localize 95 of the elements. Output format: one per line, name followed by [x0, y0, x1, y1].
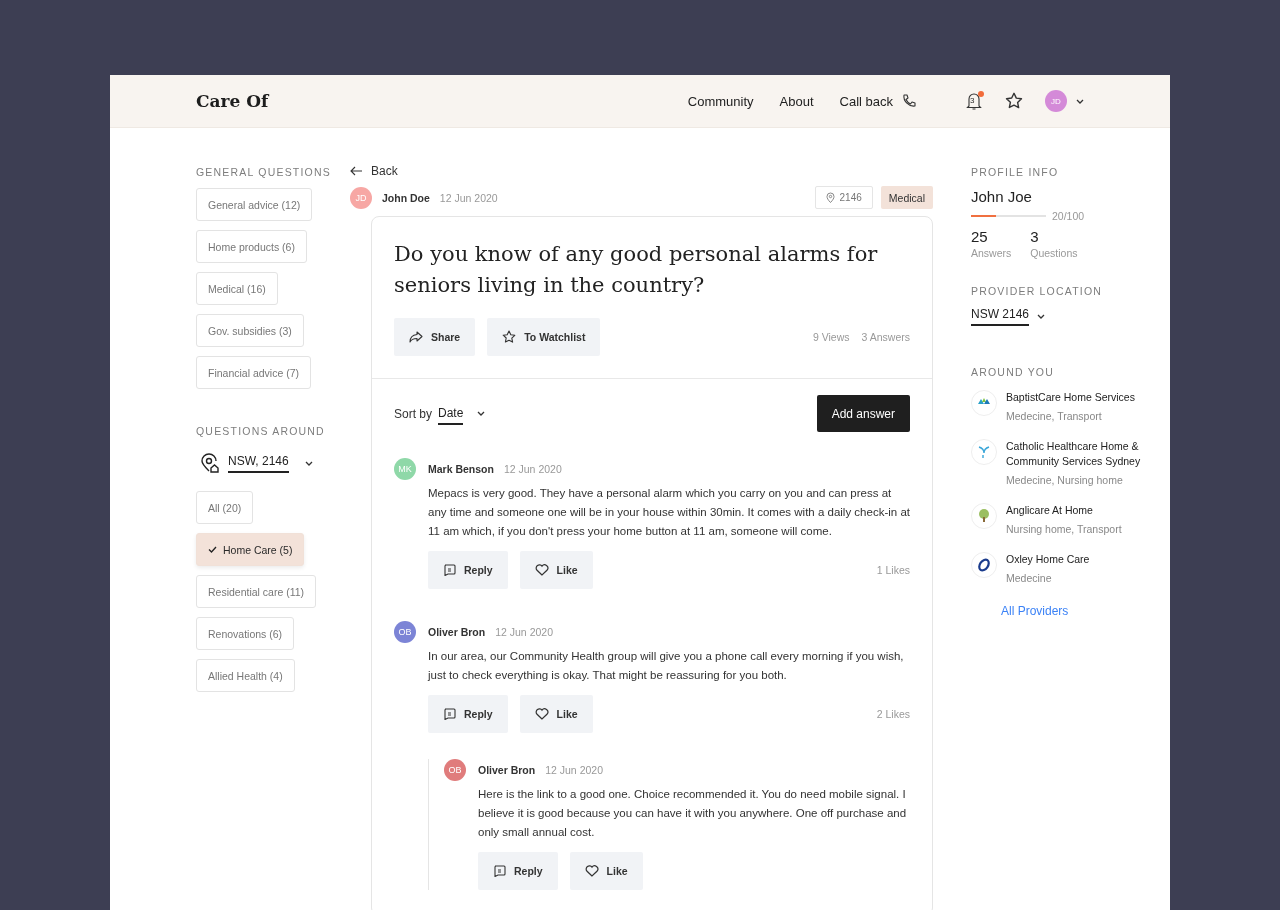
comment-icon: [443, 564, 456, 576]
stat-label: Answers: [971, 247, 1012, 259]
reply-button[interactable]: Reply: [428, 551, 508, 589]
reply-button[interactable]: Reply: [478, 852, 558, 890]
stat-label: Questions: [1030, 247, 1078, 259]
share-button[interactable]: Share: [394, 318, 476, 356]
sort-label: Sort by: [394, 406, 432, 421]
category-chip[interactable]: All (20): [196, 491, 254, 524]
star-icon: [502, 330, 517, 344]
category-chip[interactable]: Residential care (11): [196, 575, 317, 608]
answer-text: Mepacs is very good. They have a personal alarm which you carry on you and can press at any time and someone one will be in your house within 30min. It comes with a daily check-in at 11 am which, if you don't press your home button at 11 am, someone will come.: [428, 486, 910, 539]
caret-icon: [1037, 314, 1046, 319]
user-avatar: OB: [444, 759, 466, 781]
heart-icon: [534, 708, 549, 720]
likes-count: 1 Likes: [876, 564, 910, 576]
section-title: PROFILE INFO: [971, 166, 1060, 178]
provider-logo: [971, 390, 997, 416]
provider-name[interactable]: Oxley Home Care: [1006, 552, 1090, 567]
category-chip[interactable]: Renovations (6): [196, 617, 295, 650]
provider-name[interactable]: BaptistCare Home Services: [1006, 390, 1135, 405]
provider-name[interactable]: Catholic Healthcare Home & Community Services Sydney: [1006, 439, 1146, 469]
category-chip[interactable]: Home products (6): [196, 230, 307, 263]
provider-logo: [971, 439, 997, 465]
heart-icon: [534, 564, 549, 576]
provider-services: Medecine, Transport: [1006, 409, 1103, 424]
caret-icon: [477, 411, 486, 416]
location-dropdown[interactable]: NSW, 2146: [228, 453, 289, 473]
post-date: 12 Jun 2020: [545, 764, 603, 776]
caret-icon: [304, 460, 313, 466]
location-home-icon: [200, 453, 220, 473]
stat-value: 25: [971, 228, 989, 245]
postcode-tag: 2146: [814, 186, 873, 209]
comment-icon: [443, 708, 456, 720]
likes-count: 2 Likes: [876, 708, 910, 720]
post-date: 12 Jun 2020: [495, 626, 553, 638]
progress-score: 20/100: [1052, 210, 1085, 222]
watchlist-button[interactable]: To Watchlist: [487, 318, 601, 356]
author-name: Mark Benson: [428, 463, 494, 475]
check-icon: [208, 546, 217, 553]
views-count: 9 Views: [812, 331, 850, 343]
stat-value: 3: [1030, 228, 1040, 245]
answer-text: In our area, our Community Health group will give you a phone call every morning if you wish, just to check everything is okay. That might be reassuring for you both.: [428, 649, 905, 683]
category-chip[interactable]: Home Care (5): [196, 533, 305, 566]
like-button[interactable]: Like: [569, 852, 643, 890]
arrow-left-icon: [350, 166, 363, 176]
category-tag: Medical: [880, 186, 933, 209]
user-avatar: MK: [394, 458, 416, 480]
reply-button[interactable]: Reply: [428, 695, 508, 733]
category-chip[interactable]: General advice (12): [196, 188, 313, 221]
add-answer-button[interactable]: Add answer: [816, 395, 910, 432]
phone-icon: [901, 93, 917, 109]
logo[interactable]: Care Of: [196, 91, 269, 111]
answers-count: 3 Answers: [861, 331, 910, 343]
nav-link[interactable]: Community: [687, 93, 754, 109]
provider-name[interactable]: Anglicare At Home: [1006, 503, 1122, 518]
category-chip[interactable]: Gov. subsidies (3): [196, 314, 304, 347]
post-date: 12 Jun 2020: [439, 191, 498, 204]
provider-logo: [971, 552, 997, 578]
all-providers-link[interactable]: All Providers: [1001, 604, 1069, 618]
location-pin-icon: [825, 192, 835, 203]
author-name: Oliver Bron: [478, 764, 536, 776]
section-title: AROUND YOU: [971, 366, 1055, 378]
profile-name: John Joe: [971, 188, 1033, 205]
provider-services: Medecine, Nursing home: [1006, 473, 1124, 488]
provider-services: Medecine: [1006, 571, 1053, 586]
comment-icon: [493, 865, 506, 877]
author-name: Oliver Bron: [428, 626, 486, 638]
section-title: GENERAL QUESTIONS: [196, 166, 332, 178]
provider-services: Nursing home, Transport: [1006, 522, 1122, 537]
heart-icon: [584, 865, 599, 877]
section-title: PROVIDER LOCATION: [971, 285, 1104, 297]
favorites-star-icon[interactable]: [1005, 92, 1023, 110]
category-chip[interactable]: Allied Health (4): [196, 659, 295, 692]
like-button[interactable]: Like: [519, 551, 593, 589]
category-chip[interactable]: Financial advice (7): [196, 356, 312, 389]
sort-dropdown[interactable]: Date: [438, 402, 464, 425]
nav-link[interactable]: Call back: [839, 93, 917, 109]
author-name: John Doe: [382, 191, 430, 204]
location-dropdown[interactable]: NSW 2146: [971, 307, 1030, 326]
user-avatar: OB: [394, 621, 416, 643]
category-chip[interactable]: Medical (16): [196, 272, 278, 305]
question-title: Do you know of any good personal alarms for seniors living in the country?: [394, 241, 879, 299]
answer-text: Here is the link to a good one. Choice recommended it. You do need mobile signal. I believe it is good because you can have it with you anywhere. One off purchase and only small annual cost.: [478, 787, 908, 840]
star-icon: [1005, 92, 1023, 110]
like-button[interactable]: Like: [519, 695, 593, 733]
notification-count: 3: [970, 96, 975, 105]
unread-dot: [978, 91, 984, 97]
nav-link[interactable]: About: [779, 93, 814, 109]
provider-logo: [971, 503, 997, 529]
section-title: QUESTIONS AROUND: [196, 425, 326, 437]
back-link[interactable]: Back: [350, 164, 398, 178]
post-date: 12 Jun 2020: [503, 463, 562, 475]
user-avatar: JD: [350, 186, 372, 209]
caret-icon: [1076, 98, 1084, 104]
share-icon: [409, 331, 423, 343]
